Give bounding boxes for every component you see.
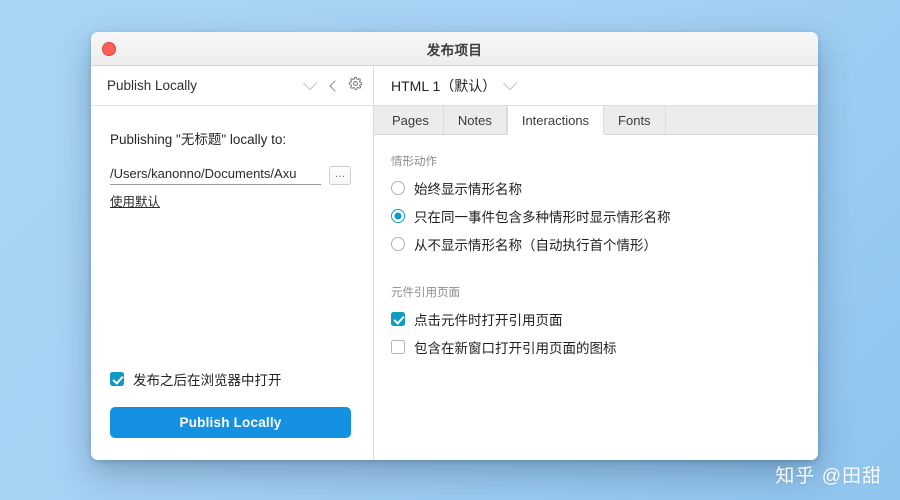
checkbox-row-open-reference-page[interactable]: 点击元件时打开引用页面 [391,309,798,329]
open-in-browser-label: 发布之后在浏览器中打开 [133,373,282,388]
tab-fonts[interactable]: Fonts [604,106,666,134]
radio-never-show[interactable] [391,237,405,251]
radio-row-always-show[interactable]: 始终显示情形名称 [391,178,798,198]
radio-row-never-show[interactable]: 从不显示情形名称（自动执行首个情形） [391,234,798,254]
window-body: Publish Locally Publishing "无标题" locally… [91,66,818,460]
tabbar: Pages Notes Interactions Fonts [374,105,818,135]
chevron-down-icon [302,75,318,90]
left-panel-header-icons [329,76,363,96]
tabbar-filler [665,106,818,134]
publish-locally-button[interactable]: Publish Locally [110,407,351,438]
browse-folder-button[interactable]: … [329,166,351,185]
traffic-lights [102,41,116,56]
right-panel: HTML 1（默认） Pages Notes Interactions Font… [374,66,818,460]
radio-never-show-label: 从不显示情形名称（自动执行首个情形） [414,238,657,253]
left-panel-content: Publishing "无标题" locally to: /Users/kano… [91,106,373,460]
checkbox-open-reference-page[interactable] [391,312,405,326]
chevron-down-icon[interactable] [503,75,518,90]
open-in-browser-row[interactable]: 发布之后在浏览器中打开 [110,369,351,389]
left-panel: Publish Locally Publishing "无标题" locally… [91,66,374,460]
open-in-browser-checkbox[interactable] [110,372,124,386]
html-config-name: HTML 1（默认） [391,77,497,94]
publish-target-label: Publish Locally [107,78,198,93]
publish-path-row: /Users/kanonno/Documents/Axu … [110,166,351,185]
page-title: 发布项目 [426,42,483,58]
close-button[interactable] [102,41,116,56]
checkbox-include-new-window-icon-label: 包含在新窗口打开引用页面的图标 [414,341,617,356]
radio-show-on-multiple-label: 只在同一事件包含多种情形时显示情形名称 [414,210,671,225]
tab-notes[interactable]: Notes [443,106,507,134]
checkbox-include-new-window-icon[interactable] [391,340,405,354]
tab-pages[interactable]: Pages [378,106,444,134]
left-panel-spacer [110,210,351,369]
use-default-link[interactable]: 使用默认 [110,191,160,210]
publishing-description: Publishing "无标题" locally to: [110,132,287,147]
interactions-tab-content: 情形动作 始终显示情形名称 只在同一事件包含多种情形时显示情形名称 从不显示情形… [374,135,818,460]
left-panel-header: Publish Locally [91,66,373,106]
publish-path-input[interactable]: /Users/kanonno/Documents/Axu [110,166,321,185]
publish-project-window: 发布项目 Publish Locally Publishing "无标题" lo… [91,32,818,460]
chevron-left-icon[interactable] [329,79,341,92]
case-action-group-title: 情形动作 [391,156,437,168]
radio-always-show-label: 始终显示情形名称 [414,182,522,197]
watermark: 知乎 @田甜 [775,466,882,487]
radio-always-show[interactable] [391,181,405,195]
publish-target-select[interactable]: Publish Locally [107,75,331,93]
tab-interactions[interactable]: Interactions [506,106,605,135]
html-config-header: HTML 1（默认） [374,66,818,105]
window-titlebar: 发布项目 [91,32,818,66]
checkbox-row-include-new-window-icon[interactable]: 包含在新窗口打开引用页面的图标 [391,337,798,357]
widget-reference-group-title: 元件引用页面 [391,287,460,299]
checkbox-open-reference-page-label: 点击元件时打开引用页面 [414,313,563,328]
radio-row-show-on-multiple[interactable]: 只在同一事件包含多种情形时显示情形名称 [391,206,798,226]
gear-icon[interactable] [348,76,363,96]
radio-show-on-multiple[interactable] [391,209,405,223]
